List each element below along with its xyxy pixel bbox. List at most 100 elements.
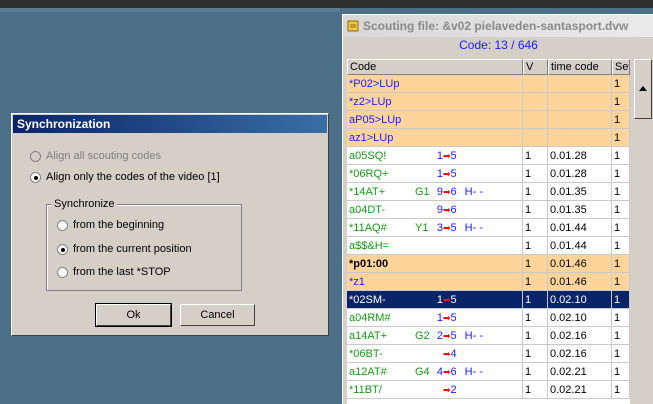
cell-code: *p01:00 — [347, 255, 523, 272]
code-text: a04RM# — [349, 312, 391, 324]
scouting-window: Scouting file: &v02 pielaveden-santaspor… — [342, 14, 653, 404]
arrow-icon: ➡ — [443, 313, 451, 323]
table-row[interactable]: a12AT# G4 4➡6 H- - 1 0.02.21 1 — [347, 363, 630, 381]
cell-v: 1 — [523, 273, 548, 290]
header-code[interactable]: Code — [347, 59, 523, 75]
player-zone: G1 — [415, 186, 430, 198]
end-zone: 5 — [450, 330, 457, 342]
cell-time: 0.01.44 — [548, 237, 612, 254]
extra-code: H- - — [464, 366, 483, 378]
extra-code: H- - — [464, 330, 483, 342]
radio-from-last-stop[interactable]: from the last *STOP — [57, 266, 171, 278]
table-row[interactable]: a04RM# 1➡5 1 0.02.10 1 — [347, 309, 630, 327]
arrow-icon: ➡ — [443, 151, 451, 161]
arrow-icon: ➡ — [443, 349, 451, 359]
cell-time: 0.01.46 — [548, 255, 612, 272]
table-row[interactable]: *06RQ+ 1➡5 1 0.01.28 1 — [347, 165, 630, 183]
table-row[interactable]: *z1 1 0.01.46 1 — [347, 273, 630, 291]
cancel-button[interactable]: Cancel — [180, 304, 255, 326]
cell-time — [548, 75, 612, 92]
code-text: az1>LUp — [349, 132, 394, 144]
cell-time: 0.02.16 — [548, 327, 612, 344]
code-text: *P02>LUp — [349, 78, 400, 90]
start-zone: 2 — [436, 330, 443, 342]
radio-align-video[interactable]: Align only the codes of the video [1] — [30, 171, 220, 183]
table-row[interactable]: a$$&H= 1 0.01.44 1 — [347, 237, 630, 255]
radio-dot — [57, 243, 68, 255]
code-text: *06RQ+ — [349, 168, 389, 180]
code-text: *06BT- — [349, 348, 383, 360]
code-text: a14AT+ — [349, 330, 388, 342]
code-text: *z2>LUp — [349, 96, 392, 108]
table-row[interactable]: a04DT- 9➡6 1 0.01.35 1 — [347, 201, 630, 219]
cell-time — [548, 93, 612, 110]
cell-code: *06BT- ➡4 — [347, 345, 523, 362]
radio-from-beginning[interactable]: from the beginning — [57, 219, 164, 231]
cell-code: *02SM- 1➡5 — [347, 291, 523, 308]
end-zone: 2 — [450, 384, 457, 396]
header-v[interactable]: V — [523, 59, 548, 75]
cell-code: *06RQ+ 1➡5 — [347, 165, 523, 182]
cell-code: *11BT/ ➡2 — [347, 381, 523, 398]
radio-align-all[interactable]: Align all scouting codes — [30, 150, 161, 162]
header-set[interactable]: Set — [612, 59, 630, 75]
radio-dot — [30, 171, 41, 183]
cell-set: 1 — [612, 255, 630, 272]
table-row[interactable]: aP05>LUp 1 — [347, 111, 630, 129]
end-zone: 6 — [450, 204, 457, 216]
table-row[interactable]: *11BT/ ➡2 1 0.02.21 1 — [347, 381, 630, 399]
table-row[interactable]: *02SM- 1➡5 1 0.02.10 1 — [347, 291, 630, 309]
table-row[interactable]: *06BT- ➡4 1 0.02.16 1 — [347, 345, 630, 363]
vertical-scrollbar[interactable] — [634, 59, 652, 404]
cell-time: 0.01.46 — [548, 273, 612, 290]
code-text: *14AT+ — [349, 186, 386, 198]
grid-header: Code V time code Set — [347, 59, 630, 75]
code-grid[interactable]: Code V time code Set *P02>LUp 1 *z2>LUp 1 aP… — [347, 59, 630, 404]
table-row[interactable]: *z2>LUp 1 — [347, 93, 630, 111]
cell-set: 1 — [612, 201, 630, 218]
dialog-title[interactable]: Synchronization — [13, 115, 327, 133]
start-zone: 1 — [436, 168, 443, 180]
cell-v: 1 — [523, 309, 548, 326]
cell-v: 1 — [523, 291, 548, 308]
table-row[interactable]: *14AT+ G1 9➡6 H- - 1 0.01.35 1 — [347, 183, 630, 201]
cell-set: 1 — [612, 309, 630, 326]
cell-time: 0.01.28 — [548, 147, 612, 164]
cell-set: 1 — [612, 237, 630, 254]
table-row[interactable]: az1>LUp 1 — [347, 129, 630, 147]
cell-time: 0.02.10 — [548, 309, 612, 326]
cell-set: 1 — [612, 147, 630, 164]
ok-button[interactable]: Ok — [95, 303, 172, 327]
cell-code: *11AQ# Y1 3➡5 H- - — [347, 219, 523, 236]
cell-code: a04DT- 9➡6 — [347, 201, 523, 218]
radio-label: from the last *STOP — [73, 266, 171, 278]
radio-from-current[interactable]: from the current position — [57, 243, 192, 255]
scouting-file-icon — [347, 20, 359, 32]
end-zone: 5 — [450, 168, 457, 180]
start-zone: 9 — [436, 186, 443, 198]
cell-set: 1 — [612, 93, 630, 110]
header-time[interactable]: time code — [548, 59, 612, 75]
table-row[interactable]: *P02>LUp 1 — [347, 75, 630, 93]
cell-code: *z2>LUp — [347, 93, 523, 110]
table-row[interactable]: a05SQ! 1➡5 1 0.01.28 1 — [347, 147, 630, 165]
radio-label: from the current position — [73, 243, 192, 255]
table-row[interactable]: a14AT+ G2 2➡5 H- - 1 0.02.16 1 — [347, 327, 630, 345]
cell-code: *z1 — [347, 273, 523, 290]
scroll-thumb[interactable] — [634, 59, 652, 119]
cell-time: 0.02.16 — [548, 345, 612, 362]
scouting-title: Scouting file: &v02 pielaveden-santaspor… — [363, 19, 629, 33]
code-text: aP05>LUp — [349, 114, 402, 126]
cell-time: 0.02.21 — [548, 381, 612, 398]
scouting-title-bar[interactable]: Scouting file: &v02 pielaveden-santaspor… — [343, 15, 653, 37]
table-row[interactable]: *11AQ# Y1 3➡5 H- - 1 0.01.44 1 — [347, 219, 630, 237]
end-zone: 5 — [450, 222, 457, 234]
arrow-icon: ➡ — [443, 205, 451, 215]
cell-time: 0.01.44 — [548, 219, 612, 236]
cell-v: 1 — [523, 165, 548, 182]
cell-code: a12AT# G4 4➡6 H- - — [347, 363, 523, 380]
cell-code: a05SQ! 1➡5 — [347, 147, 523, 164]
cell-v: 1 — [523, 237, 548, 254]
cell-code: *P02>LUp — [347, 75, 523, 92]
table-row[interactable]: *p01:00 1 0.01.46 1 — [347, 255, 630, 273]
